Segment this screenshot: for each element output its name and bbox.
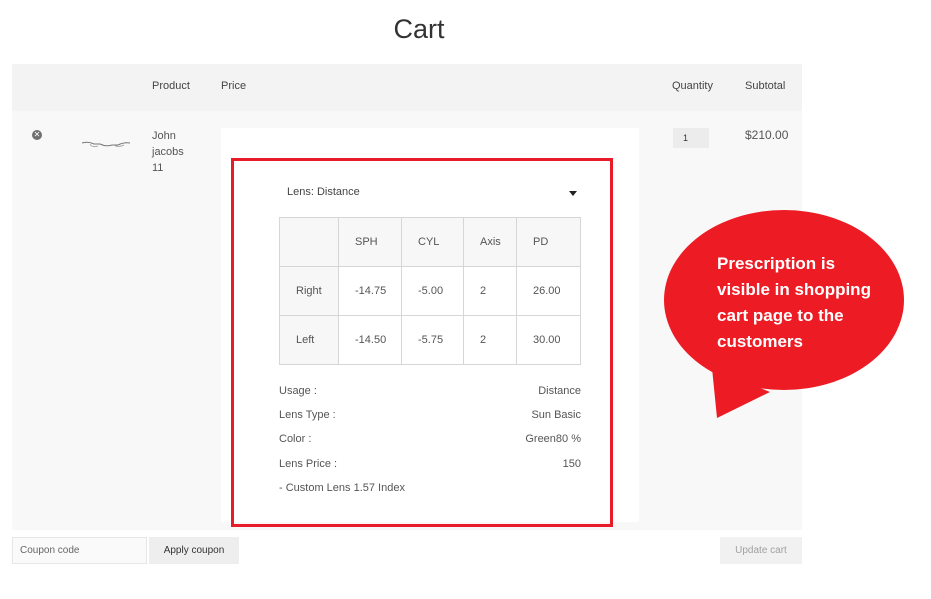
table-cell: -14.50 xyxy=(338,315,402,365)
table-cell: PD xyxy=(516,217,581,267)
table-cell: SPH xyxy=(338,217,402,267)
item-subtotal: $210.00 xyxy=(745,128,789,142)
table-cell: Axis xyxy=(463,217,517,267)
header-subtotal: Subtotal xyxy=(745,80,786,92)
product-name-line: jacobs xyxy=(152,146,184,158)
table-cell: -5.75 xyxy=(401,315,464,365)
lens-type-row: Lens Type : Sun Basic xyxy=(279,409,581,423)
detail-value: Distance xyxy=(538,385,581,397)
table-cell: 30.00 xyxy=(516,315,581,365)
detail-label: Usage : xyxy=(279,385,317,397)
page-title: Cart xyxy=(393,14,445,44)
detail-label: Color : xyxy=(279,433,312,445)
detail-value: Green80 % xyxy=(525,433,581,445)
apply-coupon-button[interactable]: Apply coupon xyxy=(149,537,239,564)
lens-details-toggle[interactable]: Lens: Distance xyxy=(287,186,579,202)
detail-label: Lens Price : xyxy=(279,458,338,470)
detail-label: Lens Type : xyxy=(279,409,336,421)
lens-price-row: Lens Price : 150 xyxy=(279,458,581,472)
product-name-line: 11 xyxy=(152,162,164,174)
table-cell: CYL xyxy=(401,217,464,267)
table-cell: -14.75 xyxy=(338,266,402,316)
table-cell: 26.00 xyxy=(516,266,581,316)
table-row: SPH CYL Axis PD xyxy=(279,217,581,267)
detail-value: Sun Basic xyxy=(531,409,581,421)
product-name-link[interactable]: John jacobs 11 xyxy=(152,128,192,176)
lens-color-row: Color : Green80 % xyxy=(279,433,581,447)
caret-down-icon xyxy=(569,191,577,196)
table-cell: 2 xyxy=(463,315,517,365)
prescription-table: SPH CYL Axis PD Right -14.75 -5.00 2 26.… xyxy=(279,217,581,365)
table-cell xyxy=(279,217,339,267)
table-row: Left -14.50 -5.75 2 30.00 xyxy=(279,315,581,365)
table-cell: Right xyxy=(279,266,339,316)
remove-item-icon[interactable]: ✕ xyxy=(32,130,42,140)
table-cell: -5.00 xyxy=(401,266,464,316)
cart-table-header: Product Price Quantity Subtotal xyxy=(12,64,802,111)
coupon-code-input[interactable] xyxy=(12,537,147,564)
header-quantity: Quantity xyxy=(672,80,713,92)
lens-usage-row: Usage : Distance xyxy=(279,385,581,399)
header-price: Price xyxy=(221,80,247,92)
lens-extra-option: - Custom Lens 1.57 Index xyxy=(279,482,405,494)
table-cell: 2 xyxy=(463,266,517,316)
callout-text: Prescription is visible in shopping cart… xyxy=(717,254,871,351)
header-product: Product xyxy=(152,80,190,92)
update-cart-button[interactable]: Update cart xyxy=(720,537,802,564)
product-name-line: John xyxy=(152,130,176,142)
detail-value: 150 xyxy=(562,458,581,470)
table-row: Right -14.75 -5.00 2 26.00 xyxy=(279,266,581,316)
quantity-input[interactable] xyxy=(673,128,709,148)
table-cell: Left xyxy=(279,315,339,365)
product-thumbnail[interactable] xyxy=(80,138,132,152)
lens-toggle-label: Lens: Distance xyxy=(287,186,360,198)
